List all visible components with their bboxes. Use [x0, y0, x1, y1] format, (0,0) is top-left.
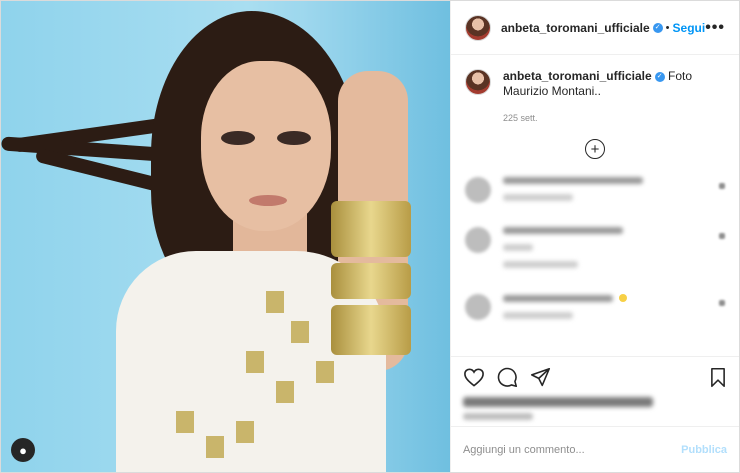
bookmark-icon[interactable]: [709, 367, 727, 388]
avatar[interactable]: [464, 14, 491, 41]
comment-avatar[interactable]: [464, 294, 491, 320]
share-icon[interactable]: [530, 367, 551, 388]
tagged-users-button[interactable]: ●: [11, 438, 35, 462]
header-username[interactable]: anbeta_toromani_ufficiale: [501, 21, 650, 35]
heart-icon[interactable]: [463, 367, 485, 387]
caption-text-block: anbeta_toromani_ufficiale ✓ Foto Maurizio…: [503, 69, 725, 99]
comment-item: [464, 177, 725, 211]
comments-section: anbeta_toromani_ufficiale ✓ Foto Maurizio…: [451, 55, 739, 356]
comment-body-blurred: [502, 227, 623, 278]
post-date-blurred: [462, 413, 533, 420]
caption: anbeta_toromani_ufficiale ✓ Foto Maurizio…: [464, 69, 725, 99]
load-more-comments-button[interactable]: +: [465, 139, 725, 159]
comment-body-blurred: [502, 177, 643, 211]
more-options-icon[interactable]: •••: [705, 19, 725, 37]
like-comment-icon[interactable]: [719, 183, 725, 189]
comment-input[interactable]: [462, 443, 682, 456]
emoji-icon: [618, 294, 627, 302]
comment-icon[interactable]: [497, 367, 518, 388]
comment-item: [464, 227, 725, 278]
plus-circle-icon: +: [584, 139, 605, 159]
caption-username[interactable]: anbeta_toromani_ufficiale: [503, 69, 652, 83]
verified-badge-icon: ✓: [652, 22, 663, 33]
like-comment-icon[interactable]: [719, 233, 725, 239]
gold-cuff-bracelet: [331, 305, 411, 355]
gold-cuff-bracelet: [331, 263, 411, 299]
comment-avatar[interactable]: [464, 227, 491, 253]
follow-button[interactable]: Segui: [673, 21, 706, 35]
comment-item: [464, 294, 725, 329]
like-comment-icon[interactable]: [719, 300, 725, 306]
add-comment-bar: Pubblica: [450, 426, 739, 472]
post-header: anbeta_toromani_ufficiale ✓ • Segui •••: [450, 1, 739, 55]
comment-body-blurred: [502, 294, 627, 329]
face: [201, 61, 331, 231]
likes-count-blurred: [462, 397, 653, 407]
instagram-post: ● anbeta_toromani_ufficiale ✓ • Segui ••…: [0, 0, 740, 473]
post-sidebar: anbeta_toromani_ufficiale ✓ • Segui ••• …: [449, 1, 739, 472]
post-photo[interactable]: ●: [1, 1, 450, 472]
publish-button[interactable]: Pubblica: [681, 444, 727, 456]
comment-avatar[interactable]: [464, 177, 491, 203]
post-actions: [450, 356, 739, 426]
verified-badge-icon: ✓: [654, 71, 665, 82]
header-separator: •: [665, 21, 670, 34]
user-icon: ●: [19, 442, 27, 458]
caption-timestamp: 225 sett.: [502, 113, 538, 123]
action-icons: [463, 365, 727, 389]
avatar[interactable]: [464, 69, 491, 95]
gold-cuff-bracelet: [331, 201, 411, 257]
